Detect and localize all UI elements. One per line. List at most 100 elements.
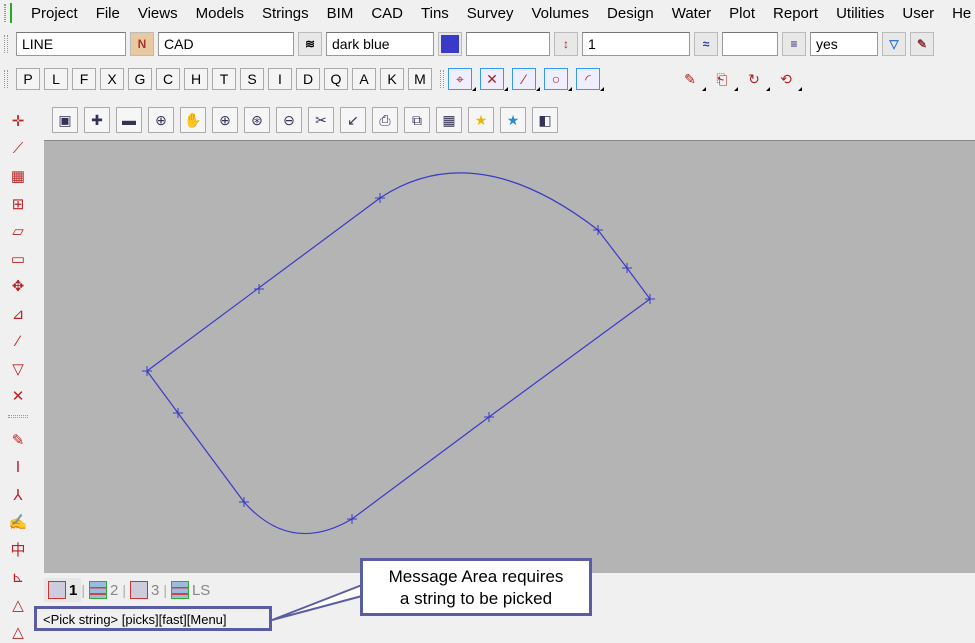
dropdown-icon[interactable]: ▽ (882, 32, 906, 56)
view-tab-1[interactable]: 1 (44, 578, 82, 602)
toolbar-grip[interactable] (440, 70, 444, 88)
menu-bim[interactable]: BIM (318, 5, 363, 22)
snap-button-t[interactable]: T (212, 68, 236, 90)
linestyle-field[interactable] (722, 32, 778, 56)
menu-views[interactable]: Views (129, 5, 187, 22)
level-icon[interactable]: ⅄ (5, 484, 31, 506)
toolbar-grip[interactable] (8, 414, 28, 418)
menu-plot[interactable]: Plot (720, 5, 764, 22)
plan-view-canvas[interactable] (44, 140, 975, 573)
snap-button-g[interactable]: G (128, 68, 152, 90)
snap-intersection-icon[interactable]: ✕ (480, 68, 508, 91)
string-reverse-icon[interactable]: ⟲ (774, 68, 802, 91)
text-icon[interactable]: ▭ (5, 248, 31, 270)
menu-survey[interactable]: Survey (458, 5, 523, 22)
redraw-icon[interactable]: ▣ (52, 107, 78, 133)
grid-icon[interactable]: ▦ (436, 107, 462, 133)
polygon-edit-icon[interactable]: ▽ (5, 358, 31, 380)
menu-utilities[interactable]: Utilities (827, 5, 893, 22)
model-field[interactable]: CAD (158, 32, 294, 56)
string-copy-icon[interactable]: ⎗ (710, 68, 738, 91)
height-icon[interactable]: ↕ (554, 32, 578, 56)
menu-report[interactable]: Report (764, 5, 827, 22)
line-icon[interactable]: ⟋ (5, 138, 31, 160)
toolbar-grip[interactable] (4, 35, 8, 53)
picked-string-line[interactable] (146, 172, 651, 535)
toolbar-grip[interactable] (4, 70, 8, 88)
window-toggle-icon[interactable]: ◧ (532, 107, 558, 133)
height-field[interactable] (466, 32, 550, 56)
name-button[interactable]: N (130, 32, 154, 56)
pan-icon[interactable]: ✚ (84, 107, 110, 133)
pencil-icon[interactable]: ✎ (5, 429, 31, 451)
move-icon[interactable]: ✥ (5, 275, 31, 297)
linestyle-icon[interactable]: ≈ (694, 32, 718, 56)
survey-icon[interactable]: ⊿ (5, 303, 31, 325)
string-edit-icon[interactable]: ↻ (742, 68, 770, 91)
menu-models[interactable]: Models (187, 5, 253, 22)
eyedropper-icon[interactable]: ✎ (910, 32, 934, 56)
snap-button-s[interactable]: S (240, 68, 264, 90)
snap-button-p[interactable]: P (16, 68, 40, 90)
snap-arc-icon[interactable]: ◜ (576, 68, 604, 91)
snap-button-m[interactable]: M (408, 68, 432, 90)
toolbar-grip[interactable] (4, 4, 6, 22)
box-icon[interactable]: ⊞ (5, 193, 31, 215)
menu-he[interactable]: He (943, 5, 975, 22)
snap-point-icon[interactable]: ⌖ (448, 68, 476, 91)
breakline-field[interactable]: yes (810, 32, 878, 56)
snap-button-h[interactable]: H (184, 68, 208, 90)
view-tab-2[interactable]: 2 (85, 578, 122, 602)
delete-icon[interactable]: ✕ (5, 385, 31, 407)
favourite-add-icon[interactable]: ★ (500, 107, 526, 133)
pan-hand-icon[interactable]: ✋ (180, 107, 206, 133)
colour-swatch-button[interactable] (438, 32, 462, 56)
snap-button-a[interactable]: A (352, 68, 376, 90)
string-type-field[interactable]: LINE (16, 32, 126, 56)
zoom-window-icon[interactable]: ⊛ (244, 107, 270, 133)
centreline-icon[interactable]: 中 (5, 539, 31, 561)
snap-circle-icon[interactable]: ○ (544, 68, 572, 91)
view-tab-3[interactable]: 3 (126, 578, 163, 602)
pencil-string-icon[interactable]: ✎ (678, 68, 706, 91)
menu-water[interactable]: Water (663, 5, 720, 22)
snap-button-i[interactable]: I (268, 68, 292, 90)
snap-button-f[interactable]: F (72, 68, 96, 90)
edit-icon[interactable]: ✍ (5, 511, 31, 533)
snap-button-d[interactable]: D (296, 68, 320, 90)
menu-project[interactable]: Project (22, 5, 87, 22)
snap-button-q[interactable]: Q (324, 68, 348, 90)
snap-button-k[interactable]: K (380, 68, 404, 90)
profile-icon[interactable]: ⊾ (5, 566, 31, 588)
model-layers-icon[interactable]: ≋ (298, 32, 322, 56)
measure-icon[interactable]: ✂ (308, 107, 334, 133)
menu-tins[interactable]: Tins (412, 5, 458, 22)
point-icon[interactable]: ✛ (5, 110, 31, 132)
polygon-icon[interactable]: ▱ (5, 220, 31, 242)
insert-icon[interactable]: Ⅰ (5, 456, 31, 478)
zoom-in-icon[interactable]: ⊕ (148, 107, 174, 133)
zoom-previous-icon[interactable]: ⊖ (276, 107, 302, 133)
line-draw-icon[interactable]: ∕ (5, 330, 31, 352)
line-weight-icon[interactable]: ≡ (782, 32, 806, 56)
pick-icon[interactable]: ↙ (340, 107, 366, 133)
menu-design[interactable]: Design (598, 5, 663, 22)
table-icon[interactable]: ▦ (5, 165, 31, 187)
favourite-icon[interactable]: ★ (468, 107, 494, 133)
menu-volumes[interactable]: Volumes (522, 5, 598, 22)
view-tab-ls[interactable]: LS (167, 578, 214, 602)
menu-user[interactable]: User (893, 5, 943, 22)
snap-button-c[interactable]: C (156, 68, 180, 90)
menu-cad[interactable]: CAD (362, 5, 412, 22)
snap-button-l[interactable]: L (44, 68, 68, 90)
print-icon[interactable]: ⎙ (372, 107, 398, 133)
zoom-out-icon[interactable]: ▬ (116, 107, 142, 133)
snap-line-icon[interactable]: ⁄ (512, 68, 540, 91)
zoom-extents-icon[interactable]: ⊕ (212, 107, 238, 133)
snap-button-x[interactable]: X (100, 68, 124, 90)
tin-2-icon[interactable]: △ (5, 621, 31, 643)
menu-file[interactable]: File (87, 5, 129, 22)
weight-field[interactable]: 1 (582, 32, 690, 56)
duplicate-view-icon[interactable]: ⧉ (404, 107, 430, 133)
menu-strings[interactable]: Strings (253, 5, 318, 22)
